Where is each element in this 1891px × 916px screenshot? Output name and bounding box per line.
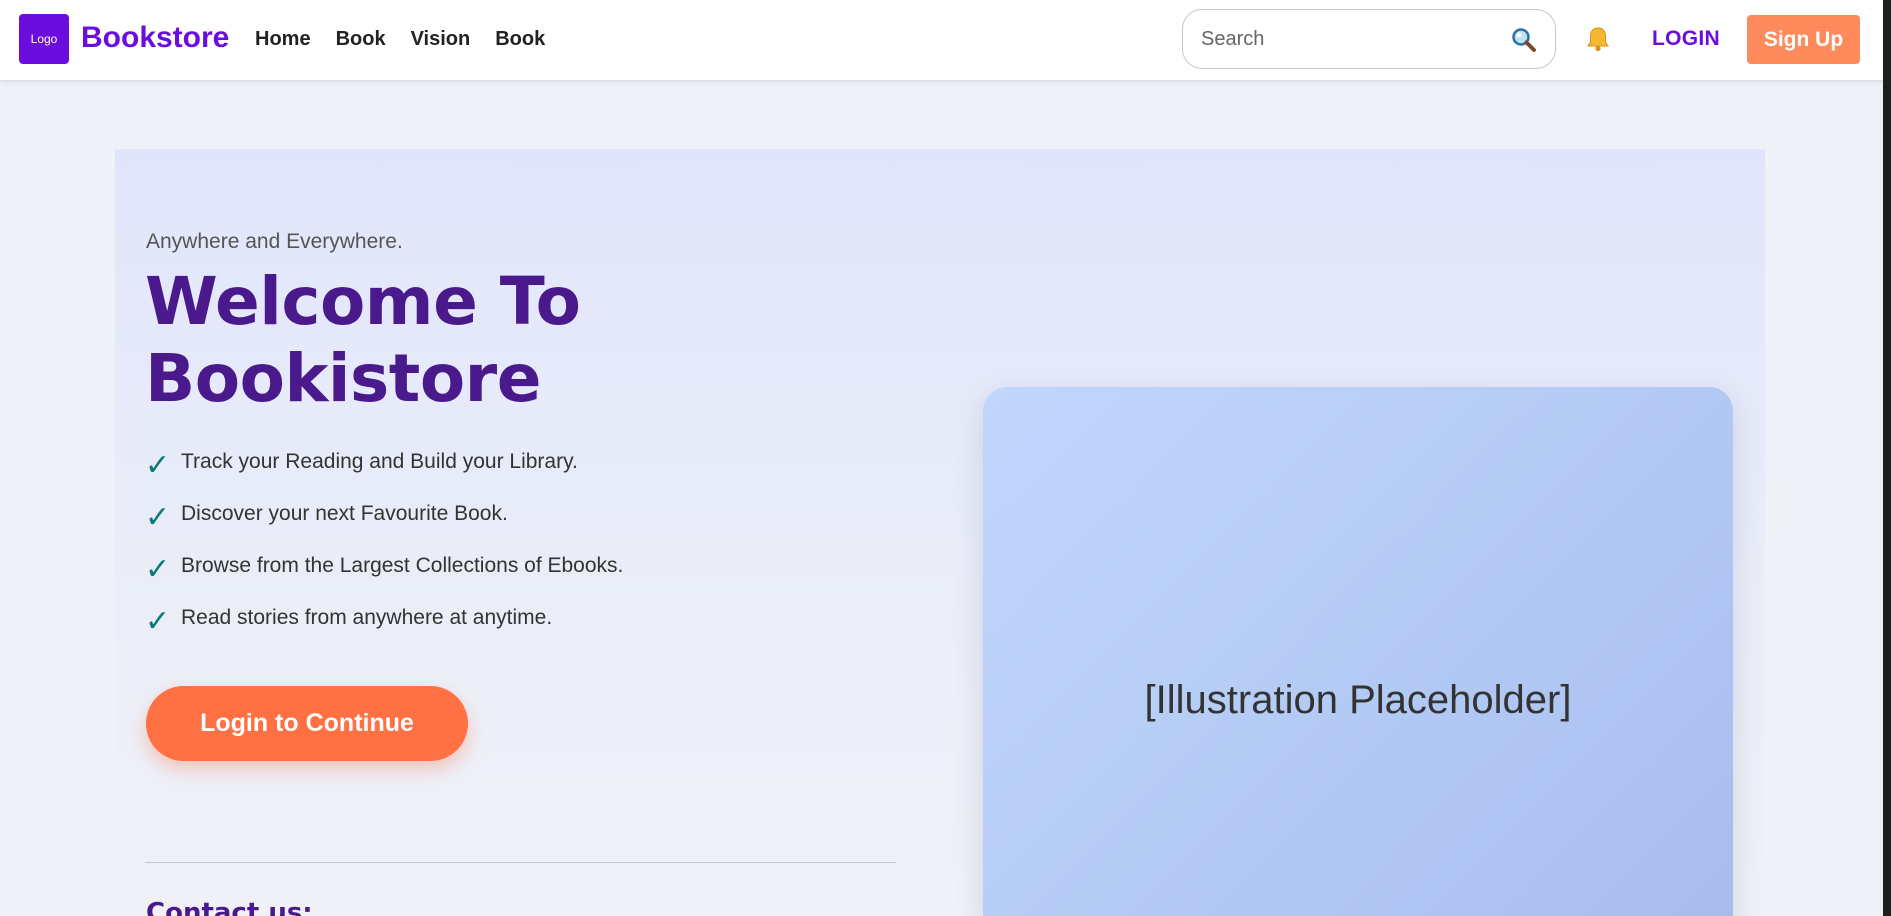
- search-icon[interactable]: [1511, 27, 1537, 53]
- search-box: [1182, 9, 1556, 69]
- top-navbar: Logo Bookstore Home Book Vision Book LOG…: [0, 0, 1883, 81]
- check-icon: ✓: [145, 449, 171, 482]
- login-link[interactable]: LOGIN: [1652, 26, 1720, 52]
- brand-name[interactable]: Bookstore: [81, 18, 229, 58]
- feature-text: Discover your next Favourite Book.: [181, 502, 508, 525]
- hero-title: Welcome To Bookistore: [145, 263, 581, 417]
- check-icon: ✓: [145, 553, 171, 586]
- window-edge: [1883, 0, 1891, 916]
- check-icon: ✓: [145, 605, 171, 638]
- illustration-label: [Illustration Placeholder]: [1144, 678, 1572, 722]
- search-input[interactable]: [1201, 24, 1501, 54]
- logo[interactable]: Logo: [19, 14, 69, 64]
- section-divider: [145, 862, 896, 863]
- feature-text: Track your Reading and Build your Librar…: [181, 450, 578, 473]
- feature-item: ✓ Track your Reading and Build your Libr…: [145, 449, 623, 501]
- nav-link-home[interactable]: Home: [255, 26, 311, 52]
- signup-button[interactable]: Sign Up: [1747, 15, 1860, 64]
- feature-item: ✓ Browse from the Largest Collections of…: [145, 553, 623, 605]
- login-to-continue-button[interactable]: Login to Continue: [146, 686, 468, 761]
- nav-link-book-2[interactable]: Book: [495, 26, 545, 52]
- illustration-placeholder: [Illustration Placeholder]: [983, 387, 1733, 916]
- nav-link-book[interactable]: Book: [336, 26, 386, 52]
- hero-section: Anywhere and Everywhere. Welcome To Book…: [115, 149, 1765, 916]
- bell-icon[interactable]: [1586, 26, 1610, 52]
- logo-text: Logo: [30, 32, 58, 46]
- contact-heading: Contact us:: [146, 898, 313, 916]
- check-icon: ✓: [145, 501, 171, 534]
- hero-tagline: Anywhere and Everywhere.: [146, 230, 403, 253]
- feature-text: Read stories from anywhere at anytime.: [181, 606, 553, 629]
- feature-item: ✓ Discover your next Favourite Book.: [145, 501, 623, 553]
- feature-list: ✓ Track your Reading and Build your Libr…: [145, 449, 623, 657]
- feature-item: ✓ Read stories from anywhere at anytime.: [145, 605, 623, 657]
- nav-links: Home Book Vision Book: [255, 26, 570, 52]
- nav-link-vision[interactable]: Vision: [411, 26, 471, 52]
- feature-text: Browse from the Largest Collections of E…: [181, 554, 624, 577]
